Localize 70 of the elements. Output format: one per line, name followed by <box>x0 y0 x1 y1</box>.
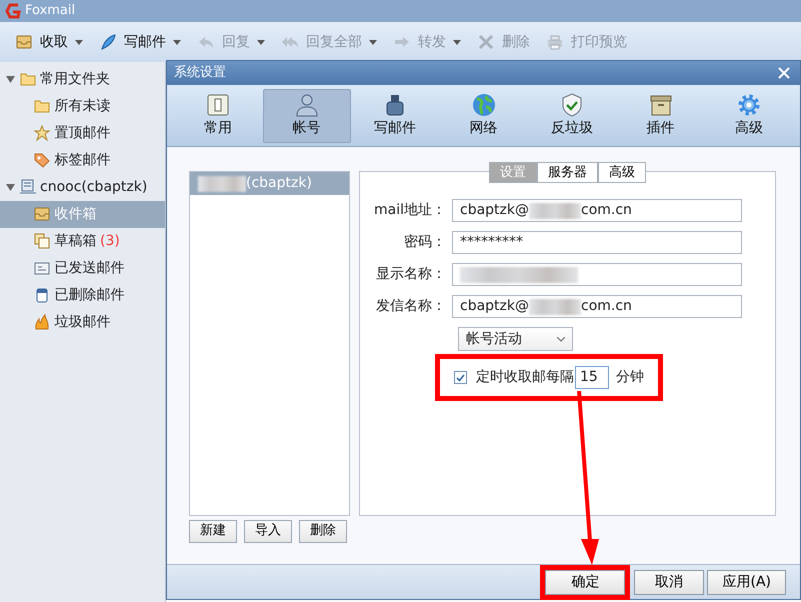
checkbox[interactable] <box>454 371 467 384</box>
unit-label: 分钟 <box>616 368 644 387</box>
input-field[interactable]: cbaptzk@ com.cn <box>452 295 742 318</box>
field-label: 发信名称： <box>375 297 447 316</box>
field-label: mail地址： <box>373 201 447 220</box>
category-tab[interactable]: 网络 <box>440 88 528 142</box>
app-title: Foxmail <box>25 2 76 20</box>
chevron-icon <box>557 336 565 342</box>
dialog-button[interactable]: 确定 <box>545 570 626 594</box>
folder-name: 收件箱 <box>54 204 96 224</box>
gear-icon <box>736 92 762 118</box>
category-tab[interactable]: 写邮件 <box>351 88 439 142</box>
folder-group[interactable]: 常用文件夹 <box>0 66 165 92</box>
input-field[interactable] <box>452 263 742 286</box>
category-tab[interactable]: 反垃圾 <box>528 88 616 142</box>
folder-name: 已发送邮件 <box>54 258 124 278</box>
category-tab[interactable]: 帐号 <box>262 88 350 142</box>
input-field[interactable]: cbaptzk@ com.cn <box>452 199 742 222</box>
checkbox-label: 定时收取邮 <box>476 368 546 387</box>
app-logo-icon <box>4 2 22 20</box>
printer-icon <box>546 33 564 51</box>
toolbar-button[interactable]: 收取 <box>7 32 91 52</box>
toolbar-button[interactable]: 写邮件 <box>91 32 189 52</box>
account-button[interactable]: 导入 <box>244 520 292 542</box>
folder-item[interactable]: 草稿箱 (3) <box>0 228 165 254</box>
folder-item[interactable]: 所有未读 <box>0 92 165 120</box>
input-field[interactable]: ********* <box>452 231 742 254</box>
expand-arrow-icon <box>6 76 15 82</box>
dialog-button[interactable]: 应用(A) <box>707 570 786 594</box>
interval-field[interactable]: 15 <box>575 366 609 389</box>
unread-count: (3) <box>100 232 120 250</box>
account-name: (cbaptzk) <box>246 174 312 193</box>
category-tab[interactable]: 高级 <box>705 88 793 142</box>
folder-item[interactable]: 标签邮件 <box>0 146 165 174</box>
inbox-icon <box>33 205 51 223</box>
status-dropdown[interactable]: 帐号活动 <box>458 327 573 351</box>
folder-item[interactable]: 垃圾邮件 <box>0 308 165 336</box>
junk-icon <box>33 313 51 331</box>
folder-name: 草稿箱 <box>54 232 96 250</box>
field-label: 密码： <box>403 233 447 252</box>
delete-icon <box>477 33 495 51</box>
folder-name: 标签邮件 <box>54 150 110 170</box>
globe-icon <box>470 92 496 118</box>
account-button[interactable]: 新建 <box>189 520 237 542</box>
star-icon <box>33 124 51 142</box>
feather-icon <box>99 33 117 51</box>
settings-tab[interactable]: 服务器 <box>537 162 598 183</box>
folder-item[interactable]: 置顶邮件 <box>0 120 165 146</box>
dialog-button[interactable]: 取消 <box>634 570 704 594</box>
settings-tab[interactable]: 高级 <box>598 162 646 183</box>
inbox-icon <box>15 33 33 51</box>
interval-label: 每隔 <box>546 368 574 387</box>
general-icon <box>205 92 231 118</box>
folder-item[interactable]: 已发送邮件 <box>0 254 165 282</box>
folder-item[interactable]: 已删除邮件 <box>0 282 165 308</box>
dialog-title: 系统设置 <box>174 64 226 82</box>
folder-name: 已删除邮件 <box>54 286 124 304</box>
folder-name: 所有未读 <box>54 96 110 116</box>
drafts-icon <box>33 232 51 250</box>
folder-name: 垃圾邮件 <box>54 312 110 332</box>
expand-arrow-icon <box>6 184 15 190</box>
tag-icon <box>33 151 51 169</box>
field-label: 显示名称： <box>375 265 447 284</box>
category-tab[interactable]: 常用 <box>174 88 262 142</box>
account-button[interactable]: 删除 <box>299 520 347 542</box>
account-icon <box>18 178 36 196</box>
folder-group[interactable]: cnooc(cbaptzk) <box>0 174 165 200</box>
person-icon <box>294 92 320 118</box>
folder-name: 置顶邮件 <box>54 124 110 142</box>
category-tab[interactable]: 插件 <box>616 88 704 142</box>
